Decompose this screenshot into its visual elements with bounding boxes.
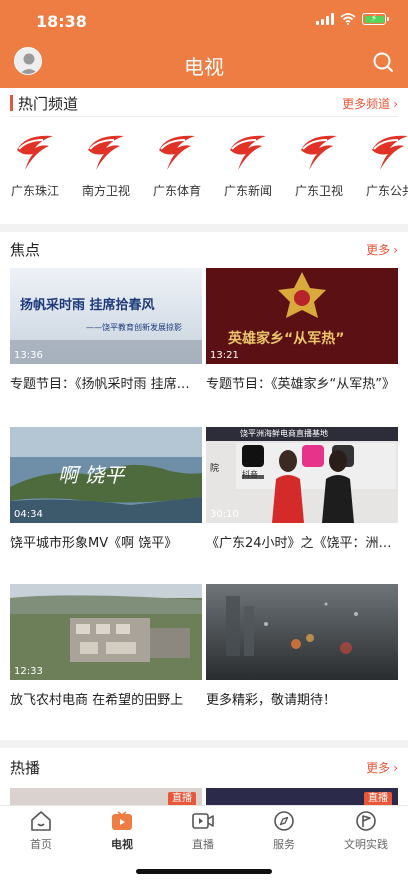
channel-name: 广东公共 (365, 184, 408, 198)
more-channels-link[interactable]: 更多频道 › (342, 95, 398, 112)
hot-play-title: 热播 (10, 759, 41, 777)
channel-item[interactable]: 南方卫视 (74, 128, 138, 199)
video-title: 更多精彩，敬请期待！ (206, 693, 337, 708)
hot-play-header: 热播 更多 › (0, 752, 408, 782)
chevron-right-icon: › (393, 242, 398, 257)
thumbnail-overlay-text: 英雄家乡“从军热” (228, 331, 345, 347)
video-title: 专题节目：《扬帆采时雨 挂席拾春风》 (10, 377, 202, 392)
channel-item[interactable]: 广东珠江 (3, 128, 67, 199)
channel-logo-icon (159, 135, 195, 170)
channel-logo-icon (230, 135, 266, 170)
video-duration: 30:10 (210, 509, 239, 520)
hot-channels-title: 热门频道 (18, 95, 79, 113)
channel-item[interactable]: 广东新闻 (216, 128, 280, 199)
tab-live[interactable]: 直播 (163, 810, 243, 852)
video-thumbnail: 饶平洲海鲜电商直播基地 抖音 院 30:10 (206, 427, 398, 523)
thumbnail-overlay-text: 啊 饶平 (58, 463, 125, 487)
channel-name: 广东卫视 (294, 184, 343, 198)
tab-label: 电视 (111, 838, 133, 851)
status-time: 18:38 (36, 12, 87, 31)
video-duration: 13:36 (14, 350, 43, 361)
page-title: 电视 (184, 55, 224, 79)
divider (10, 116, 398, 117)
live-badge: 直播 (168, 792, 196, 805)
hot-play-thumbnail[interactable]: 直播 (206, 788, 398, 805)
section-divider (0, 740, 408, 748)
tab-label: 服务 (273, 838, 295, 851)
tv-icon (112, 811, 132, 830)
section-marker (10, 95, 13, 111)
channel-list: 广东珠江 南方卫视 广东体育 广东新闻 广东卫视 广东公共 (0, 128, 408, 208)
video-thumbnail (206, 584, 398, 680)
tab-label: 文明实践 (344, 838, 388, 851)
channel-name: 广东体育 (152, 184, 201, 198)
video-card[interactable]: 饶平洲海鲜电商直播基地 抖音 院 30:10 《广东24小时》之《饶平：洲海鲜电… (206, 427, 398, 551)
channel-logo-icon (17, 135, 53, 170)
tab-label: 首页 (30, 838, 52, 851)
channel-name: 南方卫视 (81, 184, 130, 198)
video-card[interactable]: 12:33 放飞农村电商 在希望的田野上 (10, 584, 202, 708)
home-indicator (136, 869, 272, 874)
thumbnail-overlay-text: 院 (210, 464, 220, 474)
focus-title: 焦点 (10, 241, 41, 259)
hot-play-more-link[interactable]: 更多 › (366, 759, 398, 776)
video-card[interactable]: 扬帆采时雨 挂席拾春风 ——饶平教育创新发展掠影 13:36 专题节目：《扬帆采… (10, 268, 202, 392)
live-badge: 直播 (364, 792, 392, 805)
video-thumbnail: 扬帆采时雨 挂席拾春风 ——饶平教育创新发展掠影 13:36 (10, 268, 202, 364)
video-title: 《广东24小时》之《饶平：洲海鲜电商直播》 (206, 536, 398, 551)
channel-item[interactable]: 广东体育 (145, 128, 209, 199)
thumbnail-overlay-subtext: ——饶平教育创新发展掠影 (86, 323, 182, 332)
video-title: 饶平城市形象MV《啊 饶平》 (10, 536, 178, 551)
tab-tv[interactable]: 电视 (82, 810, 162, 852)
tab-service[interactable]: 服务 (244, 810, 324, 852)
video-duration: 04:34 (14, 509, 43, 520)
more-channels-label: 更多频道 (342, 97, 391, 111)
thumbnail-overlay-text: 饶平洲海鲜电商直播基地 (240, 429, 328, 438)
battery-icon: ⚡ (362, 13, 389, 25)
thumbnail-overlay-text: 扬帆采时雨 挂席拾春风 (20, 298, 155, 313)
video-thumbnail: 12:33 (10, 584, 202, 680)
video-card[interactable]: 啊 饶平 04:34 饶平城市形象MV《啊 饶平》 (10, 427, 202, 551)
video-duration: 12:33 (14, 666, 43, 677)
hot-channels-header: 热门频道 更多频道 › (0, 88, 408, 118)
app-header: 18:38 ⚡ 电视 (0, 0, 408, 88)
focus-header: 焦点 更多 › (0, 234, 408, 264)
video-title: 专题节目：《英雄家乡“从军热”》 (206, 377, 395, 392)
channel-name: 广东珠江 (10, 184, 59, 198)
channel-logo-icon (88, 135, 124, 170)
hot-play-thumbnail[interactable]: 直播 (10, 788, 202, 805)
video-title: 放飞农村电商 在希望的田野上 (10, 693, 184, 708)
flag-circle-icon (356, 811, 376, 831)
status-icons: ⚡ (316, 13, 389, 25)
focus-more-label: 更多 (366, 243, 391, 257)
cellular-signal-icon (316, 13, 334, 25)
chevron-right-icon: › (393, 96, 398, 111)
tab-civilization-practice[interactable]: 文明实践 (326, 810, 406, 852)
tab-home[interactable]: 首页 (1, 810, 81, 852)
video-thumbnail: 英雄家乡“从军热” 13:21 (206, 268, 398, 364)
section-divider (0, 224, 408, 232)
thumbnail-overlay-subtext: 抖音 (242, 470, 258, 479)
video-duration: 13:21 (210, 350, 239, 361)
tab-label: 直播 (192, 838, 214, 851)
wifi-icon (340, 13, 356, 25)
channel-logo-icon (372, 135, 408, 170)
video-card[interactable]: 更多精彩，敬请期待！ (206, 584, 398, 708)
search-icon[interactable] (372, 51, 394, 73)
compass-icon (274, 811, 294, 831)
channel-logo-icon (301, 135, 337, 170)
video-card[interactable]: 英雄家乡“从军热” 13:21 专题节目：《英雄家乡“从军热”》 (206, 268, 398, 392)
channel-name: 广东新闻 (223, 184, 272, 198)
channel-item[interactable]: 广东公共 (358, 128, 408, 199)
focus-more-link[interactable]: 更多 › (366, 241, 398, 258)
video-thumbnail: 啊 饶平 04:34 (10, 427, 202, 523)
channel-item[interactable]: 广东卫视 (287, 128, 351, 199)
chevron-right-icon: › (393, 760, 398, 775)
home-icon (31, 811, 51, 831)
live-video-icon (192, 813, 214, 829)
hot-play-more-label: 更多 (366, 761, 391, 775)
